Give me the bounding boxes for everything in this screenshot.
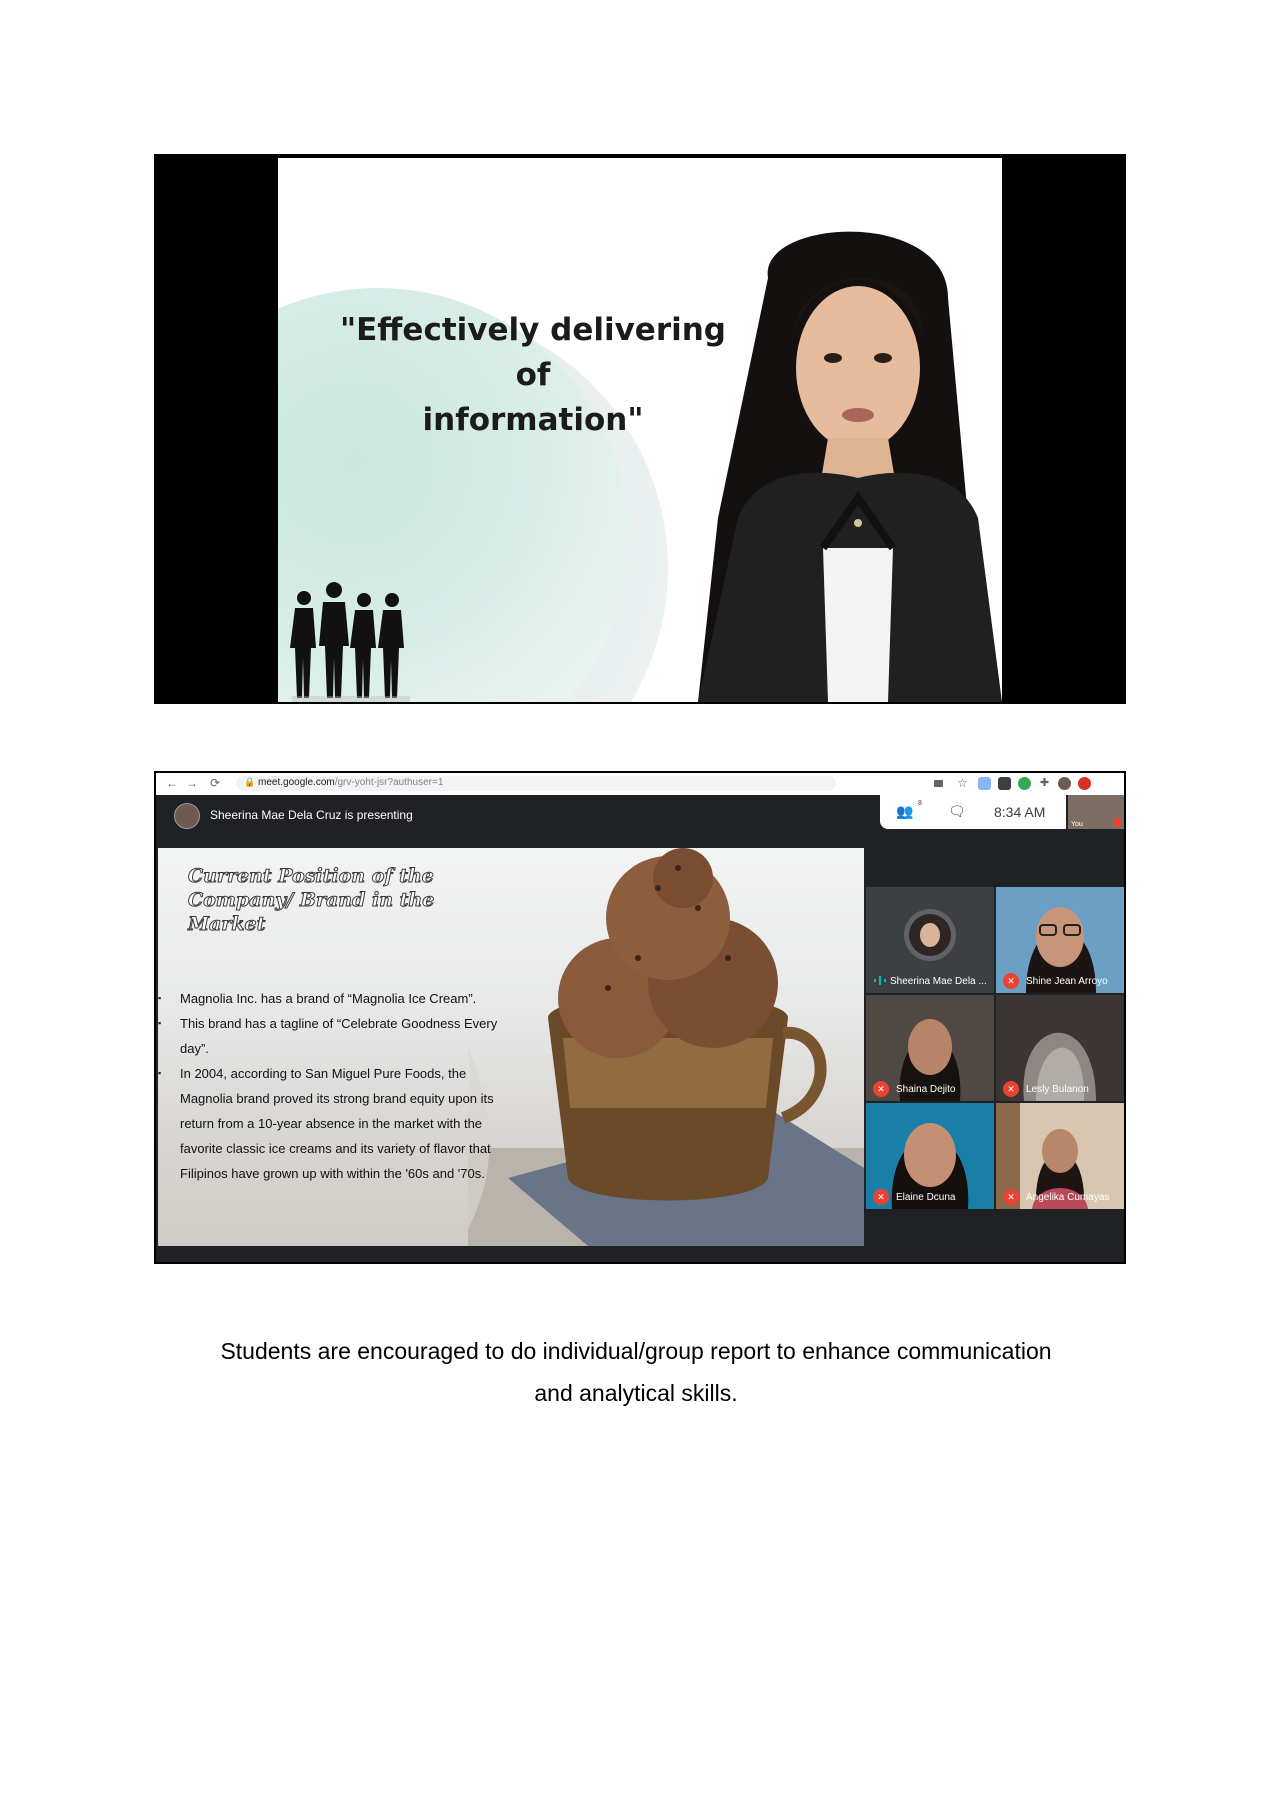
slide-bullet: This brand has a tagline of “Celebrate G… (158, 1011, 510, 1061)
caption-line1: Students are encouraged to do individual… (220, 1338, 1052, 1364)
star-icon[interactable]: ☆ (956, 777, 969, 790)
participant-tile-shine[interactable]: ✕ Shine Jean Arroyo (996, 887, 1124, 993)
slide-bullet: In 2004, according to San Miguel Pure Fo… (158, 1061, 510, 1186)
extension-terminal-icon[interactable] (998, 777, 1011, 790)
presenter-video (698, 231, 1002, 702)
document-caption: Students are encouraged to do individual… (180, 1330, 1092, 1414)
mic-muted-icon: ✕ (1003, 973, 1019, 989)
self-video-tile[interactable]: You (1068, 795, 1124, 829)
mic-muted-icon: ✕ (1003, 1189, 1019, 1205)
reload-icon[interactable]: ⟳ (210, 776, 220, 790)
slide-quote: "Effectively delivering of information" (318, 308, 748, 443)
google-meet-screenshot: ← → ⟳ 🔒 meet.google.com/grv-yoht-jsr?aut… (154, 771, 1126, 1264)
chat-icon[interactable]: 🗨 (948, 803, 966, 820)
self-mic-muted-icon (1113, 818, 1122, 827)
address-bar[interactable]: 🔒 meet.google.com/grv-yoht-jsr?authuser=… (236, 776, 836, 791)
recording-icon[interactable] (1078, 777, 1091, 790)
shared-slide: Current Position of the Company/ Brand i… (158, 848, 864, 1246)
slide-bullet: Magnolia Inc. has a brand of “Magnolia I… (158, 986, 510, 1011)
participant-count: 8 (918, 800, 922, 807)
slide-quote-line1: "Effectively delivering of (339, 312, 727, 393)
camera-icon[interactable] (934, 780, 943, 787)
speaking-indicator-icon (874, 976, 886, 985)
people-icon[interactable]: 👥 (896, 803, 913, 820)
slide-quote-line2: information" (422, 402, 644, 438)
browser-toolbar: ← → ⟳ 🔒 meet.google.com/grv-yoht-jsr?aut… (156, 773, 1124, 796)
participant-tile-lesly[interactable]: ✕ Lesly Bulanon (996, 995, 1124, 1101)
caption-line2: and analytical skills. (534, 1380, 738, 1406)
participant-tile-shaina[interactable]: ✕ Shaina Dejito (866, 995, 994, 1101)
participant-name: Sheerina Mae Dela ... (890, 976, 987, 987)
chocolate-ice-cream-image (468, 848, 864, 1246)
extension-docs-icon[interactable] (978, 777, 991, 790)
presentation-screenshot-1: "Effectively delivering of information" (154, 154, 1126, 704)
mic-muted-icon: ✕ (1003, 1081, 1019, 1097)
participant-tile-elaine[interactable]: ✕ Elaine Dcuna (866, 1103, 994, 1209)
business-people-silhouettes-icon (290, 582, 410, 702)
lock-icon: 🔒 (244, 777, 256, 787)
self-label: You (1071, 821, 1083, 828)
participant-name: Angelika Cumayas (1026, 1192, 1110, 1203)
profile-avatar-icon[interactable] (1058, 777, 1071, 790)
participant-name: Shine Jean Arroyo (1026, 976, 1108, 987)
forward-icon[interactable]: → (186, 776, 198, 790)
participant-name: Shaina Dejito (896, 1084, 956, 1095)
puzzle-icon[interactable]: ✚ (1038, 777, 1051, 790)
presenter-avatar (174, 803, 200, 829)
participant-tile-angelika[interactable]: ✕ Angelika Cumayas (996, 1103, 1124, 1209)
mic-muted-icon: ✕ (873, 1081, 889, 1097)
slide-effective-delivery: "Effectively delivering of information" (278, 158, 1002, 702)
presenting-banner: Sheerina Mae Dela Cruz is presenting (210, 808, 413, 822)
meeting-info-box: 👥 8 🗨 8:34 AM (880, 795, 1066, 829)
meeting-time: 8:34 AM (994, 804, 1046, 820)
address-url: meet.google.com/grv-yoht-jsr?authuser=1 (258, 777, 444, 788)
participant-name: Lesly Bulanon (1026, 1084, 1089, 1095)
participant-tile-sheerina[interactable]: Sheerina Mae Dela ... (866, 887, 994, 993)
back-icon[interactable]: ← (166, 776, 178, 790)
extension-green-icon[interactable] (1018, 777, 1031, 790)
slide-title: Current Position of the Company/ Brand i… (188, 865, 435, 936)
slide-bullet-list: Magnolia Inc. has a brand of “Magnolia I… (158, 986, 510, 1186)
participant-name: Elaine Dcuna (896, 1192, 956, 1203)
mic-muted-icon: ✕ (873, 1189, 889, 1205)
